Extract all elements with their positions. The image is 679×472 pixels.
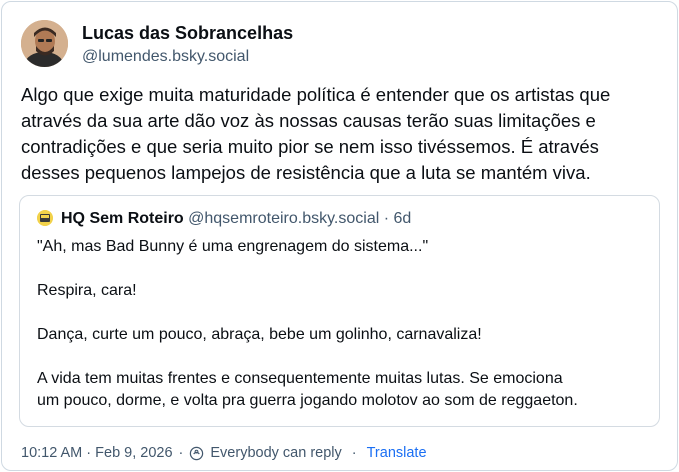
post-text: Algo que exige muita maturidade política… bbox=[21, 82, 671, 186]
footer-separator: · bbox=[351, 445, 357, 461]
quote-separator: · bbox=[383, 210, 390, 227]
post-card[interactable]: Lucas das Sobrancelhas @lumendes.bsky.so… bbox=[1, 1, 678, 471]
quote-author-name[interactable]: HQ Sem Roteiro bbox=[61, 210, 184, 227]
post-text-line: através da sua arte dão voz às nossas ca… bbox=[21, 110, 596, 131]
quote-paragraph: Dança, curte um pouco, abraça, bebe um g… bbox=[37, 324, 657, 346]
author-handle[interactable]: @lumendes.bsky.social bbox=[82, 48, 249, 66]
quote-text-line: "Ah, mas Bad Bunny é uma engrenagem do s… bbox=[37, 238, 429, 255]
post-text-line: desses pequenos lampejos de resistência … bbox=[21, 162, 591, 183]
quote-author-handle[interactable]: @hqsemroteiro.bsky.social bbox=[188, 210, 379, 227]
quote-text-line: Respira, cara! bbox=[37, 282, 137, 299]
quote-text-line: um pouco, dorme, e volta pra guerra joga… bbox=[37, 392, 578, 409]
author-avatar[interactable] bbox=[21, 20, 68, 67]
quote-text-line: A vida tem muitas frentes e consequentem… bbox=[37, 370, 563, 387]
post-footer: 10:12 AM · Feb 9, 2026 · Everybody can r… bbox=[21, 445, 427, 461]
footer-separator: · bbox=[178, 445, 184, 461]
quote-text-line: Dança, curte um pouco, abraça, bebe um g… bbox=[37, 326, 482, 343]
post-timestamp[interactable]: 10:12 AM · Feb 9, 2026 bbox=[21, 445, 173, 461]
quoted-post[interactable]: HQ Sem Roteiro @hqsemroteiro.bsky.social… bbox=[19, 195, 660, 427]
quote-paragraph: A vida tem muitas frentes e consequentem… bbox=[37, 368, 657, 412]
reply-setting[interactable]: Everybody can reply bbox=[210, 445, 341, 461]
quote-author-avatar[interactable] bbox=[37, 210, 53, 226]
quote-timestamp[interactable]: 6d bbox=[394, 210, 412, 227]
author-display-name[interactable]: Lucas das Sobrancelhas bbox=[82, 23, 293, 44]
quote-body: "Ah, mas Bad Bunny é uma engrenagem do s… bbox=[37, 236, 657, 434]
avatar-photo-icon bbox=[21, 20, 68, 67]
quote-paragraph: Respira, cara! bbox=[37, 280, 657, 302]
quote-avatar-icon bbox=[37, 210, 53, 226]
reply-settings-icon bbox=[190, 446, 204, 460]
post-text-line: Algo que exige muita maturidade política… bbox=[21, 84, 611, 105]
post-text-line: contradições e que seria muito pior se n… bbox=[21, 136, 599, 157]
quote-header: HQ Sem Roteiro @hqsemroteiro.bsky.social… bbox=[61, 210, 411, 228]
translate-link[interactable]: Translate bbox=[367, 445, 427, 461]
quote-paragraph: "Ah, mas Bad Bunny é uma engrenagem do s… bbox=[37, 236, 657, 258]
